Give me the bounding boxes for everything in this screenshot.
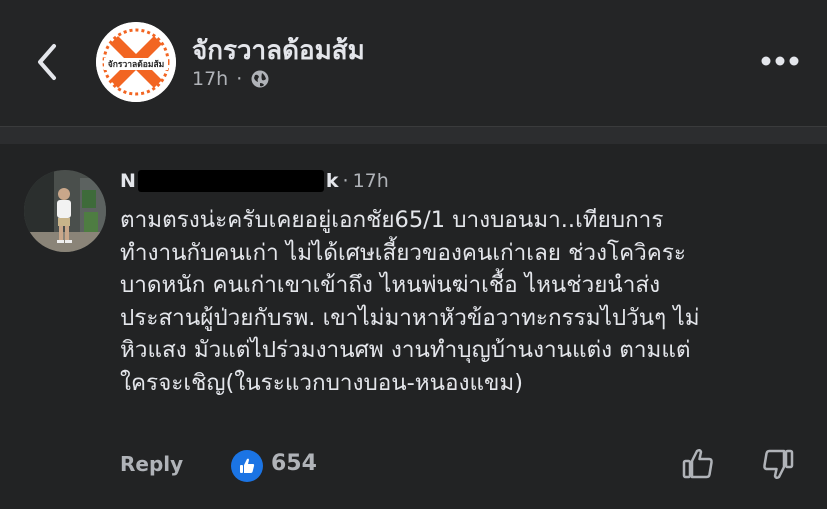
commenter-photo xyxy=(24,170,106,252)
meta-separator: · xyxy=(236,68,243,90)
thumbs-down-icon xyxy=(763,449,794,480)
comment-line: ทำงานกับคนเก่า ไม่ได้เศษเสี้ยวของคนเก่าเ… xyxy=(120,239,686,266)
commenter-avatar[interactable] xyxy=(24,170,106,252)
chevron-left-icon xyxy=(38,44,56,80)
comment-author-end[interactable]: k xyxy=(326,170,339,192)
comment-line: ประสานผู้ป่วยกับรพ. เขาไม่มาหาหัวข้อวาทะ… xyxy=(120,304,700,331)
comment-line: หิวแสง มัวแต่ไปร่วมงานศพ งานทำบุญบ้านงาน… xyxy=(120,337,691,363)
like-button[interactable] xyxy=(680,446,716,482)
page-name[interactable]: จักรวาลด้อมส้ม xyxy=(192,30,365,71)
globe-icon xyxy=(251,70,269,88)
comment-timestamp[interactable]: 17h xyxy=(353,170,389,192)
comment-line: บาดหนัก คนเก่าเขาเข้าถึง ไหนพ่นฆ่าเชื้อ … xyxy=(120,272,661,298)
comment-header: N k · 17h xyxy=(120,170,389,192)
dislike-button[interactable] xyxy=(760,446,796,482)
more-options-button[interactable] xyxy=(758,48,802,74)
comment-separator: · xyxy=(342,170,349,192)
thumbs-up-icon xyxy=(240,458,255,473)
comment: N k · 17h ตามตรงน่ะครับเคยอยู่เอกชัย65/1… xyxy=(0,144,827,509)
reply-button[interactable]: Reply xyxy=(120,452,183,476)
comment-body: ตามตรงน่ะครับเคยอยู่เอกชัย65/1 บางบอนมา.… xyxy=(120,204,810,399)
like-count[interactable]: 654 xyxy=(271,451,317,476)
page-avatar[interactable]: จักรวาลด้อมส้ม xyxy=(96,22,176,102)
comment-line: ตามตรงน่ะครับเคยอยู่เอกชัย65/1 บางบอนมา.… xyxy=(120,207,664,233)
back-button[interactable] xyxy=(28,40,68,84)
comment-line: ใครจะเชิญ(ในระแวกบางบอน-หนองแขม) xyxy=(120,369,524,396)
post-header: จักรวาลด้อมส้ม จักรวาลด้อมส้ม 17h · xyxy=(0,0,827,126)
section-divider xyxy=(0,126,827,144)
thumbs-up-icon xyxy=(682,448,713,479)
more-horizontal-icon xyxy=(761,56,799,66)
comment-author-start[interactable]: N xyxy=(120,170,136,192)
redaction-bar xyxy=(137,170,324,192)
post-timestamp[interactable]: 17h xyxy=(192,68,228,90)
like-reaction-badge[interactable] xyxy=(231,450,263,482)
post-meta: 17h · xyxy=(192,68,270,90)
page-logo-text: จักรวาลด้อมส้ม xyxy=(107,60,165,70)
